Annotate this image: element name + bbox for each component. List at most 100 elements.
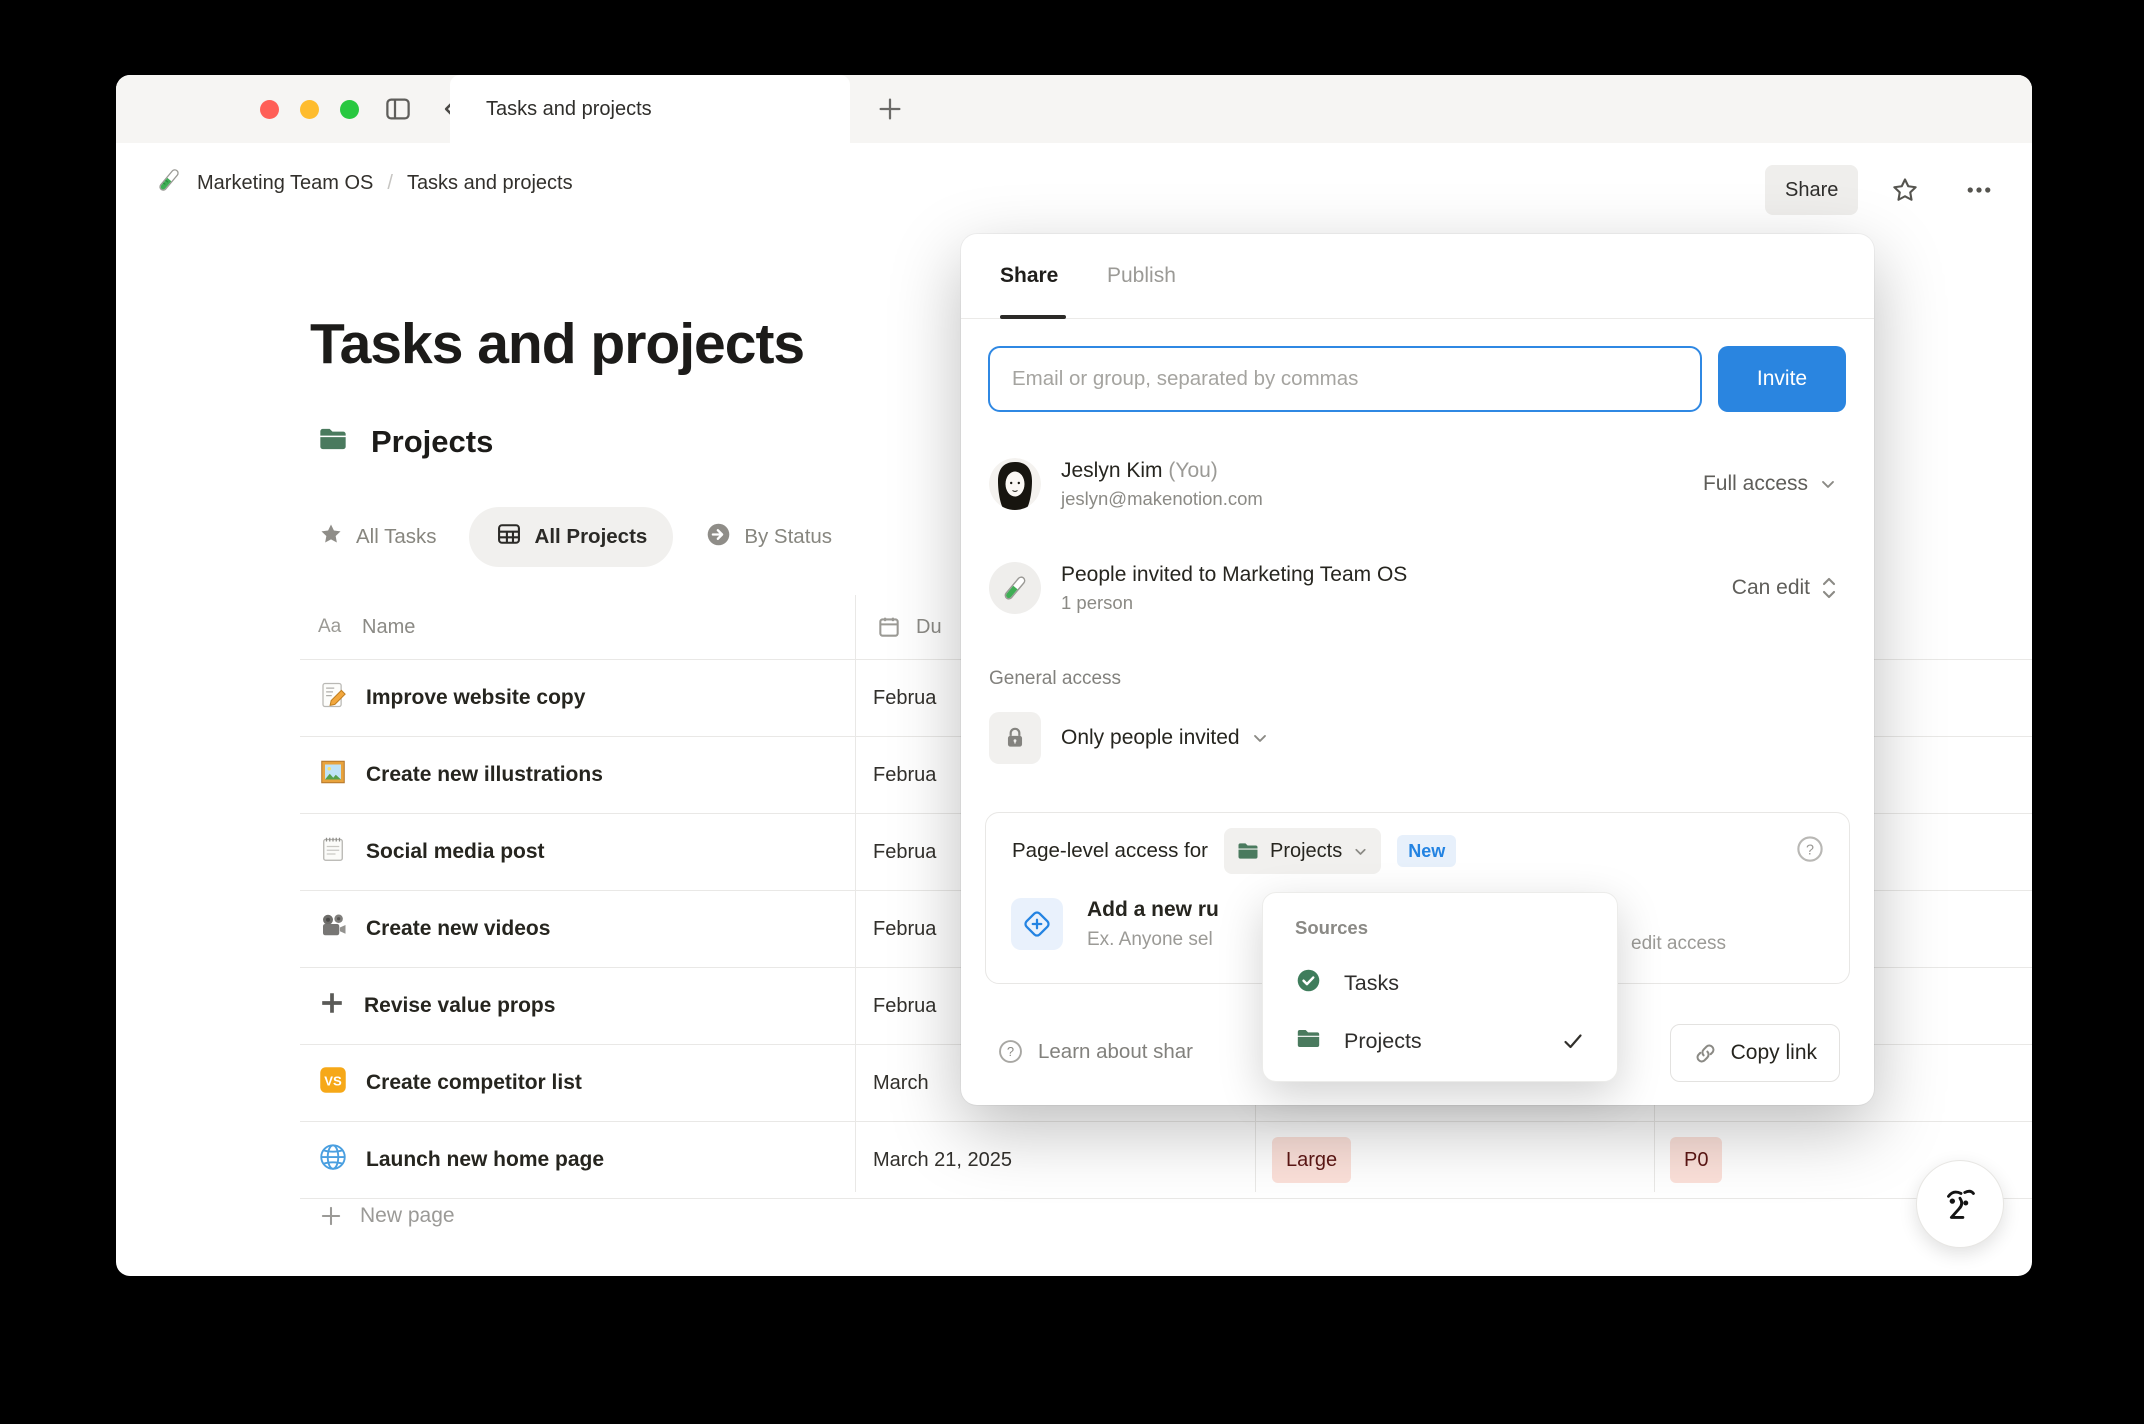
new-page-label: New page xyxy=(360,1204,455,1227)
help-icon[interactable]: ? xyxy=(1795,834,1825,869)
add-rule-row[interactable]: Add a new ru Ex. Anyone sel xyxy=(1011,898,1219,951)
test-tube-icon xyxy=(155,166,183,200)
section-title: Projects xyxy=(371,423,494,459)
notepad-icon xyxy=(318,834,348,870)
notion-face-icon xyxy=(1947,1189,1975,1219)
folder-icon xyxy=(1295,1025,1322,1058)
check-icon xyxy=(1564,1034,1582,1049)
invite-email-input[interactable] xyxy=(988,346,1702,412)
view-tab-by-status[interactable]: By Status xyxy=(687,507,850,567)
tab-publish[interactable]: Publish xyxy=(1107,234,1176,318)
plus-icon xyxy=(318,989,346,1023)
row-due-date[interactable]: March xyxy=(873,1045,929,1121)
add-rule-title: Add a new ru xyxy=(1087,898,1219,921)
link-icon xyxy=(1696,1044,1715,1062)
check-circle-icon xyxy=(1295,967,1322,1000)
row-title[interactable]: Improve website copy xyxy=(318,660,585,736)
sources-menu-title: Sources xyxy=(1295,917,1369,938)
app-window: Tasks and projects Marketing Team OS / T… xyxy=(116,75,2032,1276)
row-due-date[interactable]: Februa xyxy=(873,891,936,967)
member-email: jeslyn@makenotion.com xyxy=(1061,487,1263,509)
svg-text:?: ? xyxy=(1007,1044,1014,1059)
row-title[interactable]: VS Create competitor list xyxy=(318,1045,582,1121)
active-tab-underline xyxy=(1000,315,1066,319)
learn-about-sharing-link[interactable]: ? Learn about shar xyxy=(997,1038,1193,1065)
new-badge: New xyxy=(1397,835,1457,867)
general-access-row[interactable]: Only people invited xyxy=(989,710,1270,766)
member-row-invited-group[interactable]: People invited to Marketing Team OS 1 pe… xyxy=(989,550,1838,626)
test-tube-icon xyxy=(989,562,1041,614)
chevron-down-icon xyxy=(1355,848,1366,855)
diamond-plus-icon xyxy=(1024,911,1050,937)
row-title[interactable]: Create new videos xyxy=(318,891,550,967)
priority-tag[interactable]: P0 xyxy=(1670,1137,1723,1183)
sources-menu-item-projects[interactable]: Projects xyxy=(1277,1015,1603,1067)
row-due-date[interactable]: March 21, 2025 xyxy=(873,1122,1012,1198)
due-column-header[interactable]: Du xyxy=(916,616,942,639)
breadcrumb-page[interactable]: Tasks and projects xyxy=(407,172,573,195)
source-selector-dropdown[interactable]: Projects xyxy=(1223,828,1382,874)
calendar-icon xyxy=(876,614,902,640)
tab-title: Tasks and projects xyxy=(486,97,652,120)
row-due-date[interactable]: Februa xyxy=(873,737,936,813)
share-dialog-header: Share Publish xyxy=(961,234,1874,319)
arrow-circle-icon xyxy=(705,521,732,554)
general-access-label: General access xyxy=(989,668,1122,689)
close-window-button[interactable] xyxy=(260,100,279,119)
add-rule-subtitle-tail: edit access xyxy=(1631,933,1727,954)
general-access-value: Only people invited xyxy=(1061,726,1240,749)
folder-icon xyxy=(317,423,349,460)
row-title[interactable]: Revise value props xyxy=(318,968,555,1044)
svg-text:VS: VS xyxy=(324,1074,342,1089)
picture-icon xyxy=(318,757,348,793)
view-tab-all-tasks[interactable]: All Tasks xyxy=(318,507,455,567)
view-tab-all-projects[interactable]: All Projects xyxy=(468,507,674,567)
row-due-date[interactable]: Februa xyxy=(873,814,936,890)
invite-row: Invite xyxy=(988,346,1846,412)
copy-link-button[interactable]: Copy link xyxy=(1669,1024,1840,1082)
more-options-icon[interactable] xyxy=(1960,171,1998,209)
help-icon: ? xyxy=(999,1040,1022,1063)
row-title[interactable]: Create new illustrations xyxy=(318,737,603,813)
table-row[interactable]: Launch new home page March 21, 2025 Large P… xyxy=(300,1122,2032,1199)
zoom-window-button[interactable] xyxy=(340,100,359,119)
sidebar-toggle-icon[interactable] xyxy=(381,92,415,126)
row-title[interactable]: Social media post xyxy=(318,814,545,890)
lock-icon xyxy=(1007,727,1023,747)
name-column-header[interactable]: Name xyxy=(362,616,415,639)
access-level-dropdown[interactable]: Full access xyxy=(1703,472,1838,496)
sources-menu: Sources Tasks Projects xyxy=(1262,892,1618,1082)
svg-text:?: ? xyxy=(1806,842,1814,858)
vs-icon: VS xyxy=(318,1065,348,1101)
row-title[interactable]: Launch new home page xyxy=(318,1122,604,1198)
share-button[interactable]: Share xyxy=(1765,165,1859,215)
new-tab-button[interactable] xyxy=(873,92,907,126)
minimize-window-button[interactable] xyxy=(300,100,319,119)
screenshot-canvas: Tasks and projects Marketing Team OS / T… xyxy=(0,0,2144,1424)
row-due-date[interactable]: Februa xyxy=(873,968,936,1044)
member-name: Jeslyn Kim (You) xyxy=(1061,458,1218,482)
row-due-date[interactable]: Februa xyxy=(873,660,936,736)
avatar xyxy=(989,458,1041,510)
share-dialog: Share Publish Invite Jeslyn Kim (You) je… xyxy=(961,234,1874,1105)
globe-icon xyxy=(318,1142,348,1178)
window-titlebar: Tasks and projects xyxy=(116,75,2032,144)
chevron-down-icon xyxy=(1822,481,1834,488)
invite-button[interactable]: Invite xyxy=(1718,346,1846,412)
breadcrumb-separator: / xyxy=(387,171,393,194)
favorite-star-icon[interactable] xyxy=(1886,171,1924,209)
browser-tab[interactable]: Tasks and projects xyxy=(450,75,850,143)
tab-share[interactable]: Share xyxy=(1000,234,1058,318)
camera-icon xyxy=(318,911,348,947)
access-level-dropdown[interactable]: Can edit xyxy=(1732,575,1838,601)
member-row-jeslyn[interactable]: Jeslyn Kim (You) jeslyn@makenotion.com F… xyxy=(989,446,1838,522)
breadcrumb-workspace[interactable]: Marketing Team OS xyxy=(197,172,373,195)
notion-ai-face-button[interactable] xyxy=(1916,1160,2004,1248)
new-page-button[interactable]: New page xyxy=(318,1203,455,1229)
sources-menu-item-tasks[interactable]: Tasks xyxy=(1277,957,1603,1009)
share-button-label: Share xyxy=(1785,178,1839,201)
column-divider xyxy=(855,595,856,1192)
view-tab-label: All Tasks xyxy=(356,525,437,548)
size-tag[interactable]: Large xyxy=(1272,1137,1352,1183)
view-tab-label: By Status xyxy=(744,525,833,548)
